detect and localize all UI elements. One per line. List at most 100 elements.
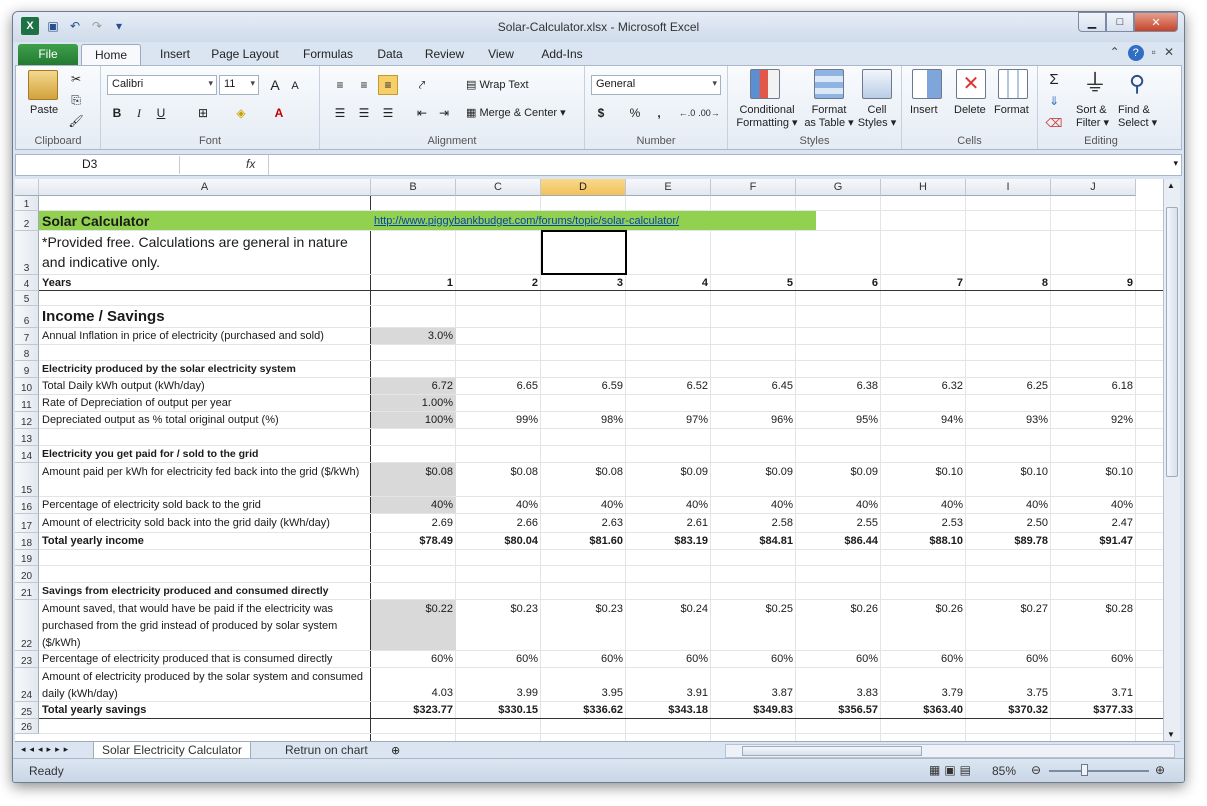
cell-a12[interactable]: Depreciated output as % total original o… [39, 412, 371, 428]
tab-view[interactable]: View [476, 44, 526, 65]
sort-filter-icon[interactable]: ⏚ [1080, 69, 1110, 99]
cell-a7[interactable]: Annual Inflation in price of electricity… [39, 328, 371, 344]
cell-j18[interactable]: $91.47 [1051, 533, 1136, 549]
align-top-icon[interactable]: ≡ [330, 75, 350, 95]
cell-h24[interactable]: 3.79 [881, 668, 966, 701]
cell-c17[interactable]: 2.66 [456, 514, 541, 532]
cell-h4[interactable]: 7 [881, 275, 966, 290]
fx-icon[interactable]: fx [246, 157, 255, 171]
row-header-20[interactable]: 20 [15, 566, 39, 583]
insert-cells-icon[interactable] [912, 69, 942, 99]
active-cell-selection[interactable] [541, 230, 627, 275]
percent-button[interactable]: % [625, 103, 645, 123]
cell-c18[interactable]: $80.04 [456, 533, 541, 549]
cell-e17[interactable]: 2.61 [626, 514, 711, 532]
format-cells-icon[interactable] [998, 69, 1028, 99]
row-header-11[interactable]: 11 [15, 395, 39, 412]
cell-c15[interactable]: $0.08 [456, 463, 541, 496]
align-right-icon[interactable]: ☰ [378, 103, 398, 123]
row-header-8[interactable]: 8 [15, 345, 39, 361]
vertical-scrollbar[interactable]: ▲ ▼ [1163, 179, 1180, 741]
row-header-5[interactable]: 5 [15, 291, 39, 306]
cell-i18[interactable]: $89.78 [966, 533, 1051, 549]
cell-b4[interactable]: 1 [371, 275, 456, 290]
cell-g23[interactable]: 60% [796, 651, 881, 667]
cell-j4[interactable]: 9 [1051, 275, 1136, 290]
grow-font-icon[interactable]: A [265, 75, 285, 95]
row-header-22[interactable]: 22 [15, 600, 39, 651]
row-header-18[interactable]: 18 [15, 533, 39, 550]
merge-center-button[interactable]: ▦ Merge & Center ▾ [466, 106, 566, 119]
cell-g22[interactable]: $0.26 [796, 600, 881, 650]
cell-i23[interactable]: 60% [966, 651, 1051, 667]
url-link[interactable]: http://www.piggybankbudget.com/forums/to… [371, 211, 791, 230]
column-header-h[interactable]: H [881, 179, 966, 196]
conditional-formatting-button[interactable]: Conditional Formatting ▾ [734, 104, 800, 130]
cell-j10[interactable]: 6.18 [1051, 378, 1136, 394]
tab-add-ins[interactable]: Add-Ins [532, 44, 592, 65]
font-name-combo[interactable]: Calibri [107, 75, 217, 95]
copy-icon[interactable]: ⎘ [66, 90, 86, 110]
cell-b16[interactable]: 40% [371, 497, 456, 513]
cell-e16[interactable]: 40% [626, 497, 711, 513]
cell-b17[interactable]: 2.69 [371, 514, 456, 532]
cell-e25[interactable]: $343.18 [626, 702, 711, 718]
cell-d4[interactable]: 3 [541, 275, 626, 290]
cell-e15[interactable]: $0.09 [626, 463, 711, 496]
cell-d25[interactable]: $336.62 [541, 702, 626, 718]
row-header-10[interactable]: 10 [15, 378, 39, 395]
row-header-25[interactable]: 25 [15, 702, 39, 719]
cell-a10[interactable]: Total Daily kWh output (kWh/day) [39, 378, 371, 394]
find-select-button[interactable]: Find & Select ▾ [1118, 104, 1157, 130]
formula-input[interactable] [268, 155, 1163, 175]
cell-i10[interactable]: 6.25 [966, 378, 1051, 394]
sort-filter-button[interactable]: Sort & Filter ▾ [1076, 104, 1109, 130]
cell-c16[interactable]: 40% [456, 497, 541, 513]
cell-f12[interactable]: 96% [711, 412, 796, 428]
cell-styles-icon[interactable] [862, 69, 892, 99]
find-select-icon[interactable]: ⚲ [1122, 69, 1152, 99]
row-header-2[interactable]: 2 [15, 211, 39, 231]
shrink-font-icon[interactable]: A [285, 76, 305, 96]
cell-f18[interactable]: $84.81 [711, 533, 796, 549]
cell-a2[interactable]: Solar Calculator [39, 211, 371, 230]
cell-h15[interactable]: $0.10 [881, 463, 966, 496]
cell-j17[interactable]: 2.47 [1051, 514, 1136, 532]
column-header-g[interactable]: G [796, 179, 881, 196]
tab-page-layout[interactable]: Page Layout [205, 44, 285, 65]
orientation-icon[interactable]: ⤤ [412, 75, 432, 95]
cell-e10[interactable]: 6.52 [626, 378, 711, 394]
row-header-12[interactable]: 12 [15, 412, 39, 429]
cell-a21[interactable]: Savings from electricity produced and co… [39, 583, 371, 599]
zoom-slider-thumb[interactable] [1081, 764, 1088, 776]
zoom-level[interactable]: 85% [992, 764, 1016, 778]
conditional-formatting-icon[interactable] [750, 69, 780, 99]
decrease-indent-icon[interactable]: ⇤ [412, 103, 432, 123]
column-header-d[interactable]: D [541, 179, 626, 196]
row-header-3[interactable]: 3 [15, 231, 39, 275]
cell-j23[interactable]: 60% [1051, 651, 1136, 667]
minimize-button[interactable]: ▁ [1078, 12, 1106, 32]
cell-d12[interactable]: 98% [541, 412, 626, 428]
column-header-a[interactable]: A [39, 179, 371, 196]
italic-button[interactable]: I [129, 103, 149, 123]
cell-c25[interactable]: $330.15 [456, 702, 541, 718]
wrap-text-button[interactable]: ▤ Wrap Text [466, 78, 529, 91]
sheet-nav-arrows-icon[interactable]: ◂◂◂▸▸▸ [21, 744, 72, 755]
cell-j22[interactable]: $0.28 [1051, 600, 1136, 650]
format-as-table-icon[interactable] [814, 69, 844, 99]
cell-b18[interactable]: $78.49 [371, 533, 456, 549]
zoom-slider[interactable] [1049, 770, 1149, 772]
horizontal-scroll-thumb[interactable] [742, 746, 922, 756]
cell-a17[interactable]: Amount of electricity sold back into the… [39, 514, 371, 532]
row-header-19[interactable]: 19 [15, 550, 39, 566]
cell-h17[interactable]: 2.53 [881, 514, 966, 532]
clear-icon[interactable]: ⌫ [1044, 113, 1064, 133]
cell-i25[interactable]: $370.32 [966, 702, 1051, 718]
cell-g16[interactable]: 40% [796, 497, 881, 513]
row-header-6[interactable]: 6 [15, 306, 39, 328]
cell-c12[interactable]: 99% [456, 412, 541, 428]
cell-d23[interactable]: 60% [541, 651, 626, 667]
cell-f10[interactable]: 6.45 [711, 378, 796, 394]
paste-icon[interactable] [28, 70, 58, 100]
